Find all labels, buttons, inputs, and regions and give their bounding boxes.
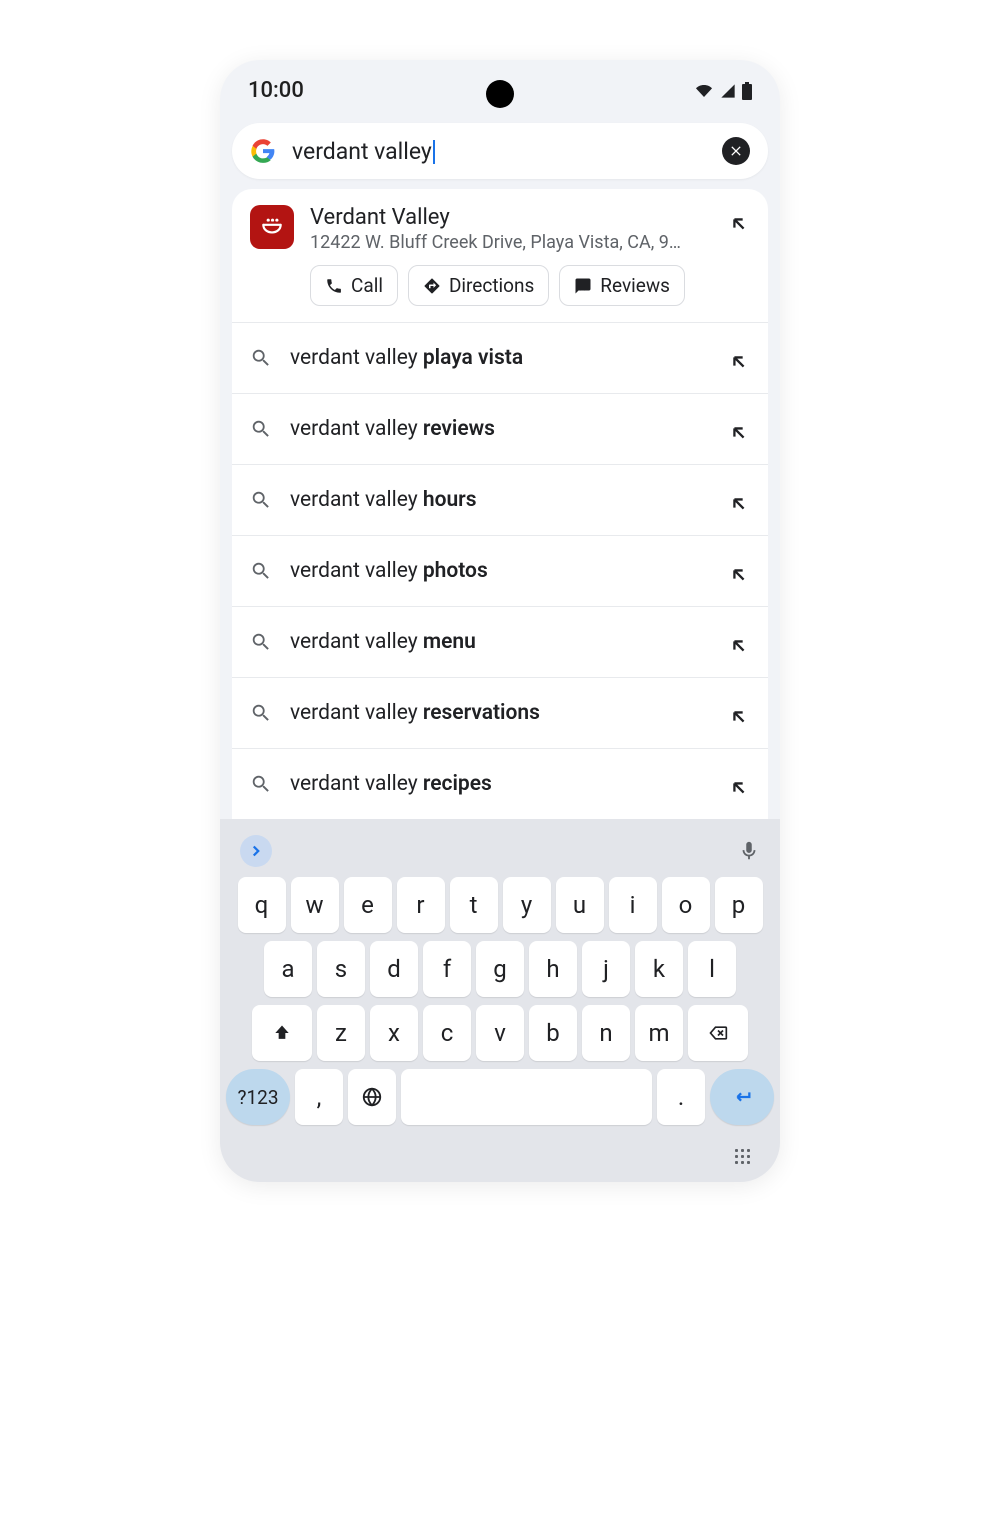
status-icons bbox=[694, 82, 752, 100]
phone-icon bbox=[325, 277, 343, 295]
comma-key[interactable]: , bbox=[295, 1069, 343, 1125]
status-time: 10:00 bbox=[248, 78, 304, 103]
key-m[interactable]: m bbox=[635, 1005, 683, 1061]
key-z[interactable]: z bbox=[317, 1005, 365, 1061]
key-e[interactable]: e bbox=[344, 877, 392, 933]
search-icon bbox=[250, 418, 272, 440]
globe-icon bbox=[361, 1086, 383, 1108]
suggestion-item[interactable]: verdant valley photos bbox=[232, 536, 768, 607]
keyboard-handle[interactable] bbox=[226, 1133, 774, 1164]
insert-suggestion-icon[interactable] bbox=[728, 706, 750, 728]
key-u[interactable]: u bbox=[556, 877, 604, 933]
search-bar[interactable]: verdant valley bbox=[232, 123, 768, 179]
key-l[interactable]: l bbox=[688, 941, 736, 997]
key-n[interactable]: n bbox=[582, 1005, 630, 1061]
suggestion-text: verdant valley photos bbox=[290, 559, 710, 583]
suggestion-text: verdant valley reviews bbox=[290, 417, 710, 441]
keyboard-expand-button[interactable] bbox=[240, 835, 272, 867]
reviews-button[interactable]: Reviews bbox=[559, 265, 685, 306]
key-v[interactable]: v bbox=[476, 1005, 524, 1061]
close-icon bbox=[728, 143, 744, 159]
phone-frame: 10:00 verdant valley Verdant Valley 1242… bbox=[220, 60, 780, 1182]
google-logo-icon bbox=[250, 138, 276, 164]
search-icon bbox=[250, 631, 272, 653]
insert-suggestion-icon[interactable] bbox=[728, 493, 750, 515]
keyboard: qwertyuiop asdfghjkl zxcvbnm ?123 , . bbox=[220, 819, 780, 1182]
results-container: Verdant Valley 12422 W. Bluff Creek Driv… bbox=[232, 189, 768, 323]
key-t[interactable]: t bbox=[450, 877, 498, 933]
key-g[interactable]: g bbox=[476, 941, 524, 997]
space-key[interactable] bbox=[401, 1069, 652, 1125]
insert-suggestion-icon[interactable] bbox=[728, 635, 750, 657]
key-b[interactable]: b bbox=[529, 1005, 577, 1061]
key-i[interactable]: i bbox=[609, 877, 657, 933]
search-input[interactable]: verdant valley bbox=[292, 138, 706, 165]
suggestion-text: verdant valley recipes bbox=[290, 772, 710, 796]
search-icon bbox=[250, 560, 272, 582]
key-r[interactable]: r bbox=[397, 877, 445, 933]
suggestion-text: verdant valley reservations bbox=[290, 701, 710, 725]
mic-icon[interactable] bbox=[738, 840, 760, 862]
search-icon bbox=[250, 489, 272, 511]
key-j[interactable]: j bbox=[582, 941, 630, 997]
suggestion-text: verdant valley playa vista bbox=[290, 346, 710, 370]
insert-suggestion-icon[interactable] bbox=[728, 213, 750, 235]
camera-cutout bbox=[486, 80, 514, 108]
key-x[interactable]: x bbox=[370, 1005, 418, 1061]
suggestion-item[interactable]: verdant valley playa vista bbox=[232, 323, 768, 394]
period-key[interactable]: . bbox=[657, 1069, 705, 1125]
place-name: Verdant Valley bbox=[310, 205, 712, 230]
key-p[interactable]: p bbox=[715, 877, 763, 933]
insert-suggestion-icon[interactable] bbox=[728, 422, 750, 444]
cell-icon bbox=[720, 83, 736, 99]
key-d[interactable]: d bbox=[370, 941, 418, 997]
insert-suggestion-icon[interactable] bbox=[728, 564, 750, 586]
suggestion-item[interactable]: verdant valley recipes bbox=[232, 749, 768, 819]
globe-key[interactable] bbox=[348, 1069, 396, 1125]
place-result[interactable]: Verdant Valley 12422 W. Bluff Creek Driv… bbox=[232, 189, 768, 323]
key-w[interactable]: w bbox=[291, 877, 339, 933]
insert-suggestion-icon[interactable] bbox=[728, 351, 750, 373]
suggestion-item[interactable]: verdant valley hours bbox=[232, 465, 768, 536]
key-k[interactable]: k bbox=[635, 941, 683, 997]
restaurant-icon bbox=[250, 205, 294, 249]
suggestion-item[interactable]: verdant valley reviews bbox=[232, 394, 768, 465]
enter-icon bbox=[731, 1086, 753, 1108]
directions-button[interactable]: Directions bbox=[408, 265, 549, 306]
key-a[interactable]: a bbox=[264, 941, 312, 997]
suggestion-text: verdant valley hours bbox=[290, 488, 710, 512]
chevron-right-icon bbox=[247, 842, 265, 860]
suggestion-item[interactable]: verdant valley menu bbox=[232, 607, 768, 678]
suggestion-item[interactable]: verdant valley reservations bbox=[232, 678, 768, 749]
key-c[interactable]: c bbox=[423, 1005, 471, 1061]
key-s[interactable]: s bbox=[317, 941, 365, 997]
place-address: 12422 W. Bluff Creek Drive, Playa Vista,… bbox=[310, 232, 690, 253]
key-h[interactable]: h bbox=[529, 941, 577, 997]
suggestion-text: verdant valley menu bbox=[290, 630, 710, 654]
enter-key[interactable] bbox=[710, 1069, 774, 1125]
key-q[interactable]: q bbox=[238, 877, 286, 933]
reviews-icon bbox=[574, 277, 592, 295]
key-o[interactable]: o bbox=[662, 877, 710, 933]
insert-suggestion-icon[interactable] bbox=[728, 777, 750, 799]
key-y[interactable]: y bbox=[503, 877, 551, 933]
search-icon bbox=[250, 773, 272, 795]
search-icon bbox=[250, 702, 272, 724]
symbols-key[interactable]: ?123 bbox=[226, 1069, 290, 1125]
shift-key[interactable] bbox=[252, 1005, 312, 1061]
directions-icon bbox=[423, 277, 441, 295]
clear-search-button[interactable] bbox=[722, 137, 750, 165]
backspace-key[interactable] bbox=[688, 1005, 748, 1061]
shift-icon bbox=[272, 1023, 292, 1043]
call-button[interactable]: Call bbox=[310, 265, 398, 306]
key-f[interactable]: f bbox=[423, 941, 471, 997]
battery-icon bbox=[742, 82, 752, 100]
wifi-icon bbox=[694, 83, 714, 99]
backspace-icon bbox=[706, 1023, 730, 1043]
search-icon bbox=[250, 347, 272, 369]
